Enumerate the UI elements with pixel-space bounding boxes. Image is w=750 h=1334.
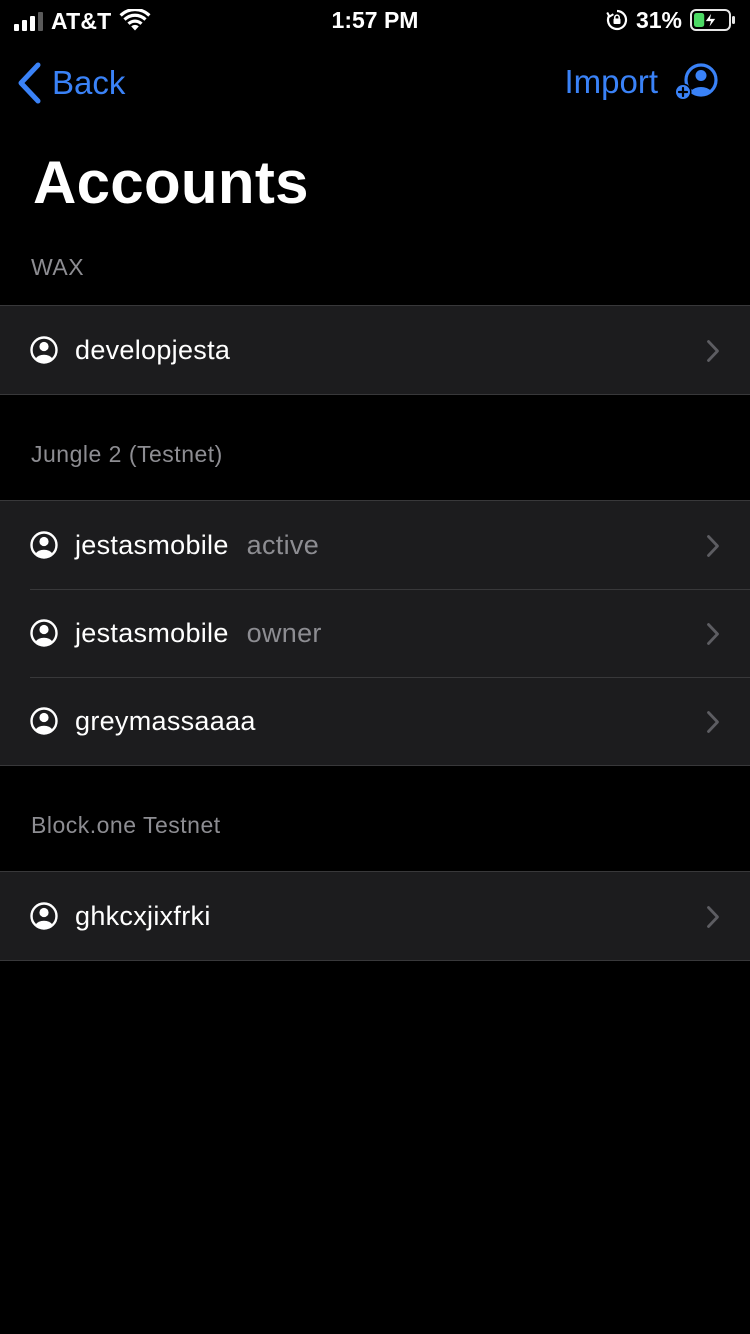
account-name: jestasmobile bbox=[75, 617, 229, 648]
account-row[interactable]: jestasmobile owner bbox=[0, 589, 750, 677]
account-group: ghkcxjixfrki bbox=[0, 871, 750, 961]
account-name: developjesta bbox=[75, 334, 231, 365]
account-permission: owner bbox=[246, 617, 322, 648]
add-user-icon bbox=[674, 63, 718, 101]
account-sections: WAX developjesta Jungle 2 (Testnet) jestasm… bbox=[0, 230, 750, 961]
import-button-label: Import bbox=[564, 63, 658, 100]
navigation-bar: Back Import bbox=[0, 40, 750, 130]
chevron-right-icon bbox=[707, 623, 719, 645]
chevron-right-icon bbox=[707, 340, 719, 362]
account-group: developjesta bbox=[0, 305, 750, 395]
account-row[interactable]: jestasmobile active bbox=[0, 501, 750, 589]
battery-percent: 31% bbox=[635, 6, 682, 33]
section-header: Block.one Testnet bbox=[31, 812, 221, 838]
battery-charging-icon bbox=[690, 9, 735, 31]
status-bar: AT&T 1:57 PM 31% bbox=[0, 0, 750, 40]
account-group: jestasmobile active jestasmobile owner greym… bbox=[0, 500, 750, 766]
status-bar-right: 31% bbox=[606, 7, 736, 33]
section-header: WAX bbox=[31, 254, 85, 280]
account-row[interactable]: greymassaaaa bbox=[0, 677, 750, 765]
user-circle-icon bbox=[30, 336, 58, 364]
account-name: ghkcxjixfrki bbox=[75, 900, 211, 931]
account-permission: active bbox=[246, 529, 320, 560]
user-circle-icon bbox=[30, 531, 58, 559]
account-name: greymassaaaa bbox=[75, 705, 256, 736]
section-header: Jungle 2 (Testnet) bbox=[31, 441, 223, 467]
chevron-right-icon bbox=[707, 711, 719, 733]
back-button-label: Back bbox=[52, 64, 126, 101]
page-title: Accounts bbox=[33, 149, 309, 216]
chevron-left-icon bbox=[18, 62, 41, 104]
account-name: jestasmobile bbox=[75, 529, 229, 560]
user-circle-icon bbox=[30, 619, 58, 647]
user-circle-icon bbox=[30, 902, 58, 930]
import-button[interactable]: Import bbox=[564, 62, 722, 102]
chevron-right-icon bbox=[707, 535, 719, 557]
user-circle-icon bbox=[30, 707, 58, 735]
back-button[interactable]: Back bbox=[16, 62, 125, 104]
account-row[interactable]: developjesta bbox=[0, 306, 750, 394]
chevron-right-icon bbox=[707, 906, 719, 928]
account-row[interactable]: ghkcxjixfrki bbox=[0, 872, 750, 960]
orientation-lock-icon bbox=[606, 9, 628, 31]
